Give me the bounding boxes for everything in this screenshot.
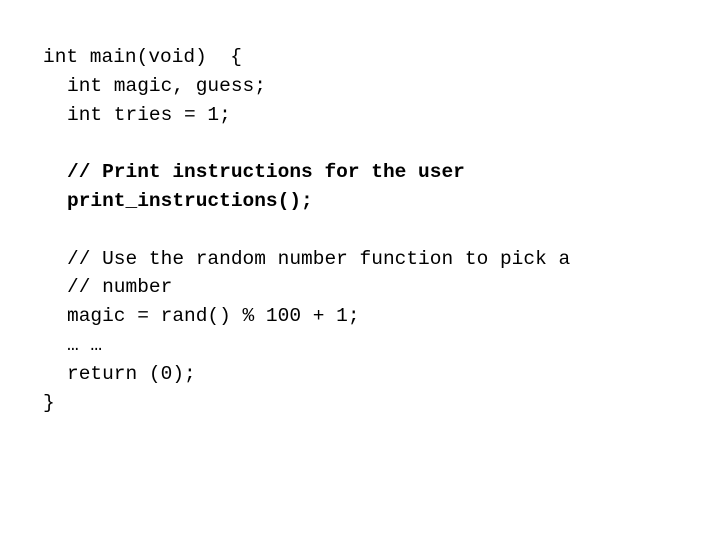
code-line-closing-brace: } [43, 391, 55, 414]
code-line-ellipsis: … … [67, 333, 103, 356]
code-block: int main(void) { int magic, guess; int t… [43, 43, 570, 417]
code-line-main-signature: int main(void) { [43, 46, 242, 68]
code-line-comment-random: // Use the random number function to pic… [67, 247, 571, 270]
code-line-return: return (0); [67, 362, 196, 385]
code-line-assign-magic: magic = rand() % 100 + 1; [67, 305, 360, 328]
code-line-declare-tries: int tries = 1; [67, 103, 231, 126]
code-line-comment-number: // number [67, 276, 173, 299]
code-line-comment-print-instructions: // Print instructions for the user [67, 161, 465, 184]
code-line-call-print-instructions: print_instructions(); [67, 189, 313, 212]
code-line-declare-magic-guess: int magic, guess; [67, 74, 266, 97]
